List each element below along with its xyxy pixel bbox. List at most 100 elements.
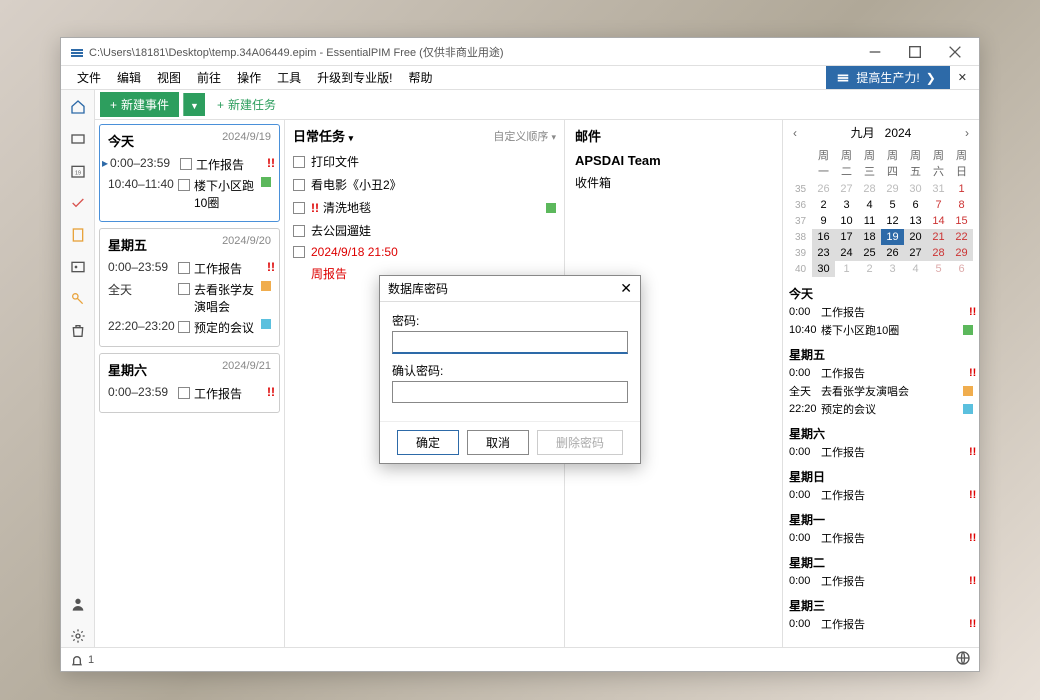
calendar-day[interactable]: 2 bbox=[858, 261, 881, 277]
calendar-day[interactable]: 22 bbox=[950, 229, 973, 245]
menu-tools[interactable]: 工具 bbox=[269, 66, 309, 89]
task-checkbox[interactable] bbox=[293, 179, 305, 191]
sidebar-calendar[interactable]: 19 bbox=[67, 160, 89, 182]
calendar-day[interactable]: 28 bbox=[927, 245, 950, 261]
promo-banner[interactable]: 提高生产力! ❯ bbox=[826, 66, 949, 89]
task-row[interactable]: !!清洗地毯 bbox=[293, 199, 556, 216]
task-row[interactable]: 打印文件 bbox=[293, 153, 556, 170]
maximize-button[interactable] bbox=[895, 39, 935, 65]
menu-file[interactable]: 文件 bbox=[69, 66, 109, 89]
sidebar-trash[interactable] bbox=[67, 320, 89, 342]
notification-bell[interactable]: 1 bbox=[69, 652, 94, 668]
new-task-button[interactable]: +新建任务 bbox=[209, 92, 284, 117]
calendar-day[interactable]: 3 bbox=[835, 197, 858, 213]
calendar-day[interactable]: 27 bbox=[835, 181, 858, 197]
calendar-day[interactable]: 7 bbox=[927, 197, 950, 213]
sidebar-password[interactable] bbox=[67, 288, 89, 310]
event-checkbox[interactable] bbox=[178, 387, 190, 399]
calendar-day[interactable]: 24 bbox=[835, 245, 858, 261]
agenda-row[interactable]: 0:00工作报告!! bbox=[789, 616, 973, 632]
calendar-day[interactable]: 1 bbox=[950, 181, 973, 197]
task-checkbox[interactable] bbox=[293, 246, 305, 258]
menu-goto[interactable]: 前往 bbox=[189, 66, 229, 89]
cal-month[interactable]: 九月 2024 bbox=[851, 124, 912, 141]
agenda-row[interactable]: 全天去看张学友演唱会 bbox=[789, 383, 973, 399]
cal-next[interactable]: › bbox=[961, 126, 973, 140]
agenda-row[interactable]: 0:00工作报告!! bbox=[789, 444, 973, 460]
calendar-day[interactable]: 25 bbox=[858, 245, 881, 261]
menu-view[interactable]: 视图 bbox=[149, 66, 189, 89]
cal-prev[interactable]: ‹ bbox=[789, 126, 801, 140]
agenda-row[interactable]: 0:00工作报告!! bbox=[789, 487, 973, 503]
event-checkbox[interactable] bbox=[178, 179, 190, 191]
agenda-row[interactable]: 0:00工作报告!! bbox=[789, 530, 973, 546]
menu-help[interactable]: 帮助 bbox=[400, 66, 440, 89]
calendar-day[interactable]: 1 bbox=[835, 261, 858, 277]
event-row[interactable]: 0:00–23:59工作报告!! bbox=[108, 260, 271, 277]
calendar-day[interactable]: 5 bbox=[927, 261, 950, 277]
calendar-day[interactable]: 26 bbox=[881, 245, 904, 261]
promo-close[interactable]: ✕ bbox=[954, 71, 971, 84]
calendar-day[interactable]: 30 bbox=[904, 181, 927, 197]
sidebar-notes[interactable] bbox=[67, 224, 89, 246]
event-row[interactable]: 全天去看张学友演唱会 bbox=[108, 281, 271, 315]
agenda-row[interactable]: 0:00工作报告!! bbox=[789, 573, 973, 589]
calendar-day[interactable]: 16 bbox=[812, 229, 835, 245]
calendar-day[interactable]: 23 bbox=[812, 245, 835, 261]
event-row[interactable]: 22:20–23:20预定的会议 bbox=[108, 319, 271, 336]
calendar-day[interactable]: 6 bbox=[904, 197, 927, 213]
calendar-day[interactable]: 29 bbox=[950, 245, 973, 261]
event-checkbox[interactable] bbox=[180, 158, 192, 170]
minimize-button[interactable] bbox=[855, 39, 895, 65]
task-checkbox[interactable] bbox=[293, 156, 305, 168]
event-checkbox[interactable] bbox=[178, 321, 190, 333]
password-input[interactable] bbox=[392, 331, 628, 354]
event-row[interactable]: ▸0:00–23:59工作报告!! bbox=[108, 156, 271, 173]
delete-password-button[interactable]: 删除密码 bbox=[537, 430, 623, 455]
agenda-row[interactable]: 0:00工作报告!! bbox=[789, 304, 973, 320]
new-event-button[interactable]: +新建事件 bbox=[100, 92, 179, 117]
calendar-day[interactable]: 17 bbox=[835, 229, 858, 245]
calendar-day[interactable]: 6 bbox=[950, 261, 973, 277]
tasks-sort[interactable]: 自定义顺序 ▾ bbox=[493, 128, 556, 144]
calendar-day[interactable]: 30 bbox=[812, 261, 835, 277]
event-checkbox[interactable] bbox=[178, 262, 190, 274]
menu-upgrade[interactable]: 升级到专业版! bbox=[309, 66, 400, 89]
event-row[interactable]: 10:40–11:40楼下小区跑10圈 bbox=[108, 177, 271, 211]
calendar-day[interactable]: 2 bbox=[812, 197, 835, 213]
task-row[interactable]: 去公园遛娃 bbox=[293, 222, 556, 239]
dialog-close[interactable]: ✕ bbox=[620, 280, 632, 297]
calendar-day[interactable]: 8 bbox=[950, 197, 973, 213]
mail-inbox[interactable]: 收件箱 bbox=[575, 174, 772, 191]
calendar-day[interactable]: 31 bbox=[927, 181, 950, 197]
calendar-day[interactable]: 19 bbox=[881, 229, 904, 245]
calendar-day[interactable]: 28 bbox=[858, 181, 881, 197]
menu-action[interactable]: 操作 bbox=[229, 66, 269, 89]
calendar-day[interactable]: 14 bbox=[927, 213, 950, 229]
new-event-dropdown[interactable]: ▼ bbox=[183, 93, 205, 116]
task-checkbox[interactable] bbox=[293, 225, 305, 237]
sidebar-home[interactable] bbox=[67, 96, 89, 118]
calendar-day[interactable]: 26 bbox=[812, 181, 835, 197]
calendar-day[interactable]: 10 bbox=[835, 213, 858, 229]
task-row[interactable]: 2024/9/18 21:50 bbox=[293, 245, 556, 259]
sidebar-id[interactable] bbox=[67, 256, 89, 278]
agenda-row[interactable]: 10:40楼下小区跑10圈 bbox=[789, 322, 973, 338]
calendar-day[interactable]: 11 bbox=[858, 213, 881, 229]
mail-team[interactable]: APSDAI Team bbox=[575, 153, 772, 168]
calendar-day[interactable]: 27 bbox=[904, 245, 927, 261]
task-row[interactable]: 看电影《小丑2》 bbox=[293, 176, 556, 193]
calendar-day[interactable]: 20 bbox=[904, 229, 927, 245]
confirm-input[interactable] bbox=[392, 381, 628, 403]
task-checkbox[interactable] bbox=[293, 202, 305, 214]
calendar-day[interactable]: 13 bbox=[904, 213, 927, 229]
ok-button[interactable]: 确定 bbox=[397, 430, 459, 455]
sidebar-user[interactable] bbox=[67, 593, 89, 615]
calendar-day[interactable]: 4 bbox=[904, 261, 927, 277]
agenda-row[interactable]: 0:00工作报告!! bbox=[789, 365, 973, 381]
menu-edit[interactable]: 编辑 bbox=[109, 66, 149, 89]
calendar-day[interactable]: 29 bbox=[881, 181, 904, 197]
calendar-day[interactable]: 5 bbox=[881, 197, 904, 213]
cancel-button[interactable]: 取消 bbox=[467, 430, 529, 455]
calendar-day[interactable]: 21 bbox=[927, 229, 950, 245]
